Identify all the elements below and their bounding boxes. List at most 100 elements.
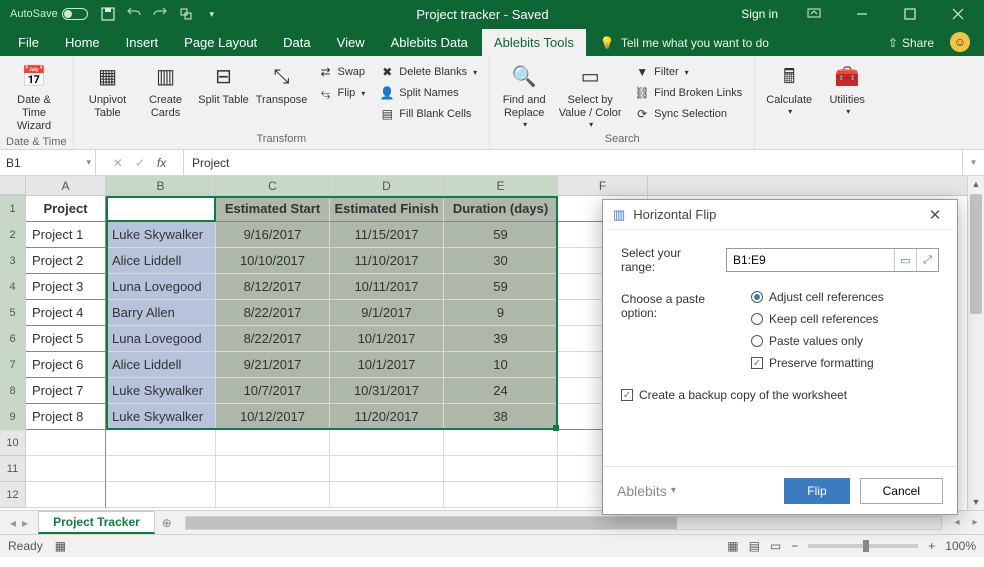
cell[interactable]: Project 2 bbox=[26, 248, 106, 274]
close-icon[interactable] bbox=[936, 0, 980, 28]
cell[interactable] bbox=[444, 456, 558, 482]
sync-selection-button[interactable]: ⟳Sync Selection bbox=[630, 104, 746, 124]
row-header[interactable]: 7 bbox=[0, 352, 26, 378]
cell[interactable] bbox=[26, 482, 106, 508]
row-header[interactable]: 11 bbox=[0, 456, 26, 482]
cell[interactable]: Luna Lovegood bbox=[106, 326, 216, 352]
cell[interactable]: 59 bbox=[444, 222, 558, 248]
tab-file[interactable]: File bbox=[6, 29, 51, 56]
chevron-down-icon[interactable]: ▾ bbox=[86, 157, 91, 168]
delete-blanks-button[interactable]: ✖Delete Blanks▾ bbox=[375, 62, 481, 82]
select-by-value-button[interactable]: ▭Select by Value / Color▾ bbox=[554, 60, 626, 133]
header-cell[interactable]: Duration (days) bbox=[444, 196, 558, 222]
cell[interactable]: Alice Liddell bbox=[106, 248, 216, 274]
cell[interactable]: 8/22/2017 bbox=[216, 300, 330, 326]
unpivot-table-button[interactable]: ▦Unpivot Table bbox=[80, 60, 136, 133]
cell[interactable]: 39 bbox=[444, 326, 558, 352]
expand-range-icon[interactable]: ⤢ bbox=[916, 249, 938, 271]
radio-paste-values[interactable]: Paste values only bbox=[751, 334, 884, 348]
row-header[interactable]: 9 bbox=[0, 404, 26, 430]
tab-home[interactable]: Home bbox=[53, 29, 112, 56]
hscroll-thumb[interactable] bbox=[186, 517, 677, 529]
col-header-F[interactable]: F bbox=[558, 176, 648, 195]
cell[interactable]: Project 6 bbox=[26, 352, 106, 378]
tell-me-search[interactable]: 💡 Tell me what you want to do bbox=[588, 30, 781, 56]
view-normal-icon[interactable]: ▦ bbox=[727, 539, 738, 553]
zoom-level[interactable]: 100% bbox=[945, 539, 976, 553]
sheet-tab-active[interactable]: Project Tracker bbox=[38, 511, 155, 534]
maximize-icon[interactable] bbox=[888, 0, 932, 28]
cell[interactable]: Luke Skywalker bbox=[106, 404, 216, 430]
hscroll-left-icon[interactable]: ◂ bbox=[948, 517, 966, 528]
cell[interactable]: 11/10/2017 bbox=[330, 248, 444, 274]
flip-button[interactable]: ⥃Flip▾ bbox=[314, 83, 370, 103]
cell[interactable]: 59 bbox=[444, 274, 558, 300]
fill-blank-button[interactable]: ▤Fill Blank Cells bbox=[375, 104, 481, 124]
cell[interactable] bbox=[444, 430, 558, 456]
cell[interactable] bbox=[216, 482, 330, 508]
tab-page-layout[interactable]: Page Layout bbox=[172, 29, 269, 56]
cell[interactable]: Project 4 bbox=[26, 300, 106, 326]
customize-icon[interactable] bbox=[174, 2, 198, 26]
macro-icon[interactable]: ▦ bbox=[55, 539, 66, 553]
cell[interactable] bbox=[330, 456, 444, 482]
fx-icon[interactable]: fx bbox=[157, 156, 166, 170]
date-time-wizard-button[interactable]: 📅 Date & Time Wizard bbox=[6, 60, 62, 136]
tab-insert[interactable]: Insert bbox=[114, 29, 171, 56]
row-header[interactable]: 10 bbox=[0, 430, 26, 456]
sign-in-link[interactable]: Sign in bbox=[741, 7, 778, 21]
horizontal-scrollbar[interactable] bbox=[185, 516, 942, 530]
row-header[interactable]: 12 bbox=[0, 482, 26, 508]
cell[interactable]: 9/16/2017 bbox=[216, 222, 330, 248]
cell[interactable]: 8/12/2017 bbox=[216, 274, 330, 300]
cell[interactable]: 10/10/2017 bbox=[216, 248, 330, 274]
cell[interactable]: 11/15/2017 bbox=[330, 222, 444, 248]
name-box[interactable]: B1▾ bbox=[0, 150, 96, 175]
cell[interactable]: Project 7 bbox=[26, 378, 106, 404]
tab-view[interactable]: View bbox=[325, 29, 377, 56]
col-header-B[interactable]: B bbox=[106, 176, 216, 195]
cell[interactable]: 10/1/2017 bbox=[330, 352, 444, 378]
col-header-A[interactable]: A bbox=[26, 176, 106, 195]
row-header[interactable]: 2 bbox=[0, 222, 26, 248]
cell[interactable] bbox=[106, 482, 216, 508]
cell[interactable]: Barry Allen bbox=[106, 300, 216, 326]
utilities-button[interactable]: 🧰Utilities▾ bbox=[819, 60, 875, 133]
enter-fx-icon[interactable]: ✓ bbox=[135, 156, 145, 170]
cell[interactable]: Luke Skywalker bbox=[106, 378, 216, 404]
find-replace-button[interactable]: 🔍Find and Replace▾ bbox=[496, 60, 552, 133]
zoom-in-icon[interactable]: + bbox=[928, 539, 935, 553]
cell[interactable]: Luna Lovegood bbox=[106, 274, 216, 300]
cell[interactable]: 24 bbox=[444, 378, 558, 404]
cell[interactable] bbox=[216, 456, 330, 482]
row-header[interactable]: 4 bbox=[0, 274, 26, 300]
transpose-button[interactable]: ⤡Transpose bbox=[254, 60, 310, 133]
feedback-smiley-icon[interactable]: ☺ bbox=[950, 32, 970, 52]
cell[interactable]: 10/1/2017 bbox=[330, 326, 444, 352]
cell[interactable] bbox=[330, 482, 444, 508]
expand-formula-icon[interactable]: ▾ bbox=[962, 150, 984, 175]
cell[interactable] bbox=[330, 430, 444, 456]
cell[interactable]: Project 3 bbox=[26, 274, 106, 300]
flip-confirm-button[interactable]: Flip bbox=[784, 478, 849, 504]
find-broken-links-button[interactable]: ⛓Find Broken Links bbox=[630, 83, 746, 103]
header-cell[interactable]: Estimated Start bbox=[216, 196, 330, 222]
redo-icon[interactable] bbox=[148, 2, 172, 26]
add-sheet-button[interactable]: ⊕ bbox=[155, 516, 179, 530]
cell[interactable]: 10/31/2017 bbox=[330, 378, 444, 404]
share-button[interactable]: ⇧ Share bbox=[878, 30, 944, 56]
cell[interactable]: 8/22/2017 bbox=[216, 326, 330, 352]
dialog-close-icon[interactable]: ✕ bbox=[923, 206, 947, 224]
zoom-slider[interactable] bbox=[808, 544, 918, 548]
scroll-thumb[interactable] bbox=[970, 194, 982, 314]
minimize-icon[interactable] bbox=[840, 0, 884, 28]
cell[interactable] bbox=[216, 430, 330, 456]
scroll-down-icon[interactable]: ▼ bbox=[968, 494, 984, 510]
cell[interactable]: 10/12/2017 bbox=[216, 404, 330, 430]
nav-first-icon[interactable]: ◂ bbox=[10, 516, 16, 530]
cell[interactable]: 9 bbox=[444, 300, 558, 326]
row-header[interactable]: 8 bbox=[0, 378, 26, 404]
cell[interactable] bbox=[106, 456, 216, 482]
split-table-button[interactable]: ⊟Split Table bbox=[196, 60, 252, 133]
cell[interactable]: 9/21/2017 bbox=[216, 352, 330, 378]
